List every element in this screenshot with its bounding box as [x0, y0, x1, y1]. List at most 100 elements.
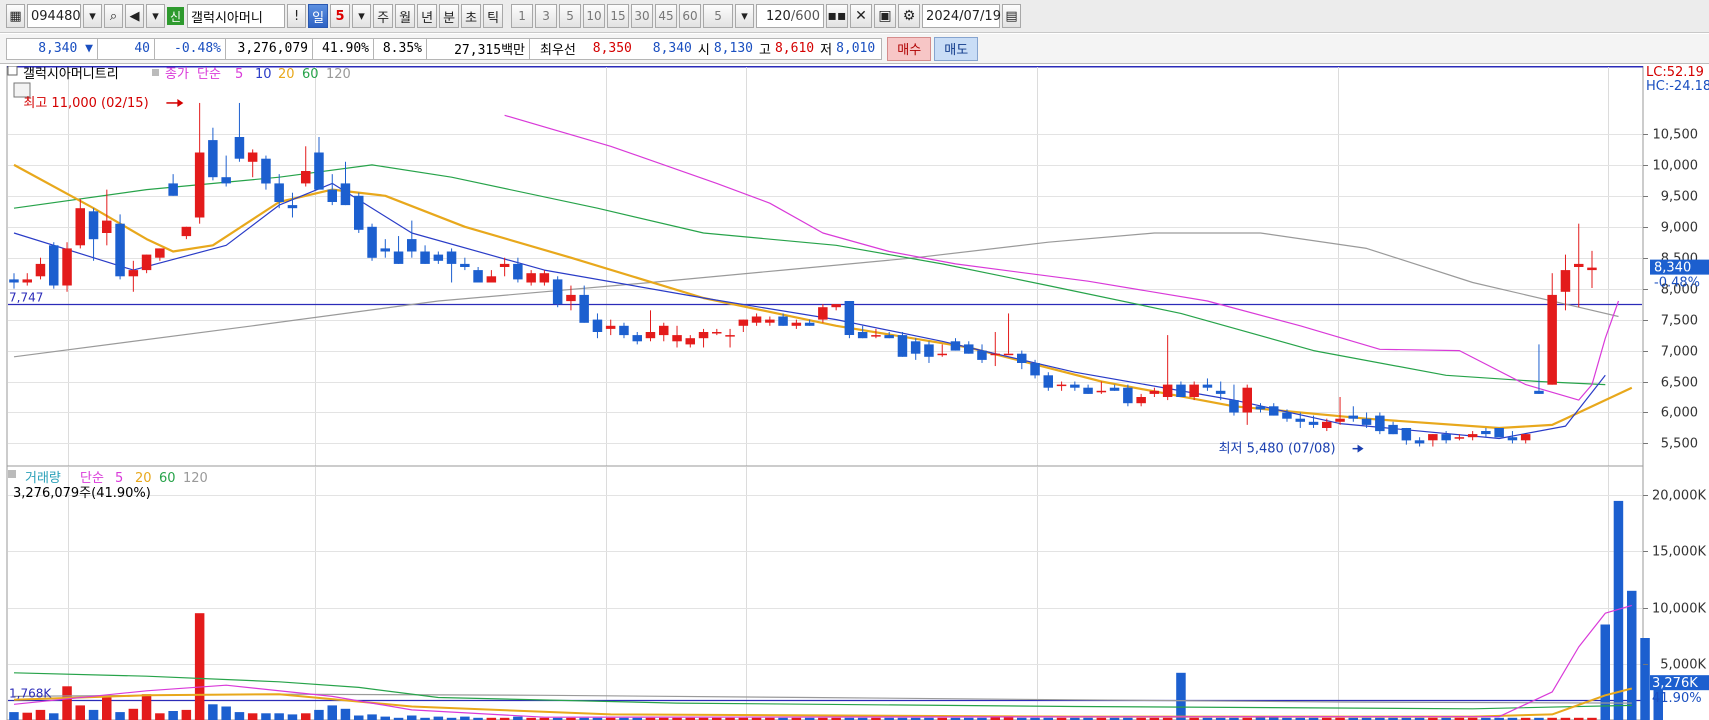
search-icon[interactable]: ⌕: [104, 4, 123, 28]
candle-body-18: [247, 152, 258, 162]
buy-button[interactable]: 매수: [887, 36, 932, 61]
candle-body-39: [526, 273, 536, 283]
candle-body-11: [155, 248, 165, 258]
candle-body-74: [990, 353, 1000, 356]
interval-45[interactable]: 45: [655, 4, 678, 28]
new-listing-badge: 신: [167, 7, 185, 25]
interval-15[interactable]: 15: [607, 4, 630, 28]
candle-body-67: [897, 335, 908, 357]
open-label: 시: [697, 43, 710, 58]
candle-body-81: [1083, 387, 1093, 394]
candle-body-9: [128, 270, 139, 277]
candle-body-2: [35, 263, 46, 277]
candle-body-76: [1017, 353, 1027, 363]
candle-body-0: [9, 279, 19, 283]
price-tick-label-9: 6,000: [1661, 406, 1698, 421]
best-quote-label: 최우선: [540, 43, 576, 58]
view-total: /600: [790, 8, 821, 24]
candle-body-71: [950, 341, 961, 351]
candle-body-22: [301, 171, 311, 184]
tab-week[interactable]: 주: [373, 4, 394, 28]
layout-icon[interactable]: ▦: [6, 4, 25, 28]
interval-30[interactable]: 30: [631, 4, 654, 28]
candle-body-66: [884, 335, 894, 339]
candle-body-40: [539, 273, 550, 283]
candle-body-88: [1176, 384, 1186, 397]
volume-bar-32: [433, 716, 444, 720]
candle-body-4: [62, 248, 72, 286]
trade-volume: 3,276,079: [225, 37, 313, 60]
volume-bar-14: [194, 613, 205, 720]
volume-bar-21: [287, 714, 298, 720]
volume-bar-8: [115, 712, 125, 720]
tab-day[interactable]: 일: [308, 4, 329, 28]
tab-minute[interactable]: 분: [439, 4, 460, 28]
date-input[interactable]: 2024/07/19: [922, 4, 1001, 28]
price-tick-label-6: 7,500: [1661, 314, 1698, 329]
indicator-icon[interactable]: ✕: [850, 4, 873, 28]
interval-value[interactable]: 5: [703, 4, 734, 28]
volume-legend-ma-type: 단순: [80, 471, 104, 486]
candle-body-83: [1109, 387, 1120, 391]
interval-3[interactable]: 3: [535, 4, 558, 28]
save-icon[interactable]: ▣: [874, 4, 897, 28]
candle-body-36: [486, 276, 497, 283]
legend-ma-type: 단순: [197, 67, 221, 82]
stock-chart[interactable]: 10,50010,0009,5009,0008,5008,0007,5007,0…: [0, 66, 1709, 720]
interval-10[interactable]: 10: [583, 4, 606, 28]
low-annotation: 최저 5,480 (07/08): [1219, 442, 1336, 457]
candle-body-12: [168, 183, 178, 196]
candle-body-80: [1070, 384, 1080, 388]
speaker-icon[interactable]: ◀: [125, 4, 144, 28]
sell-button[interactable]: 매도: [934, 36, 979, 61]
volume-tick-label-2: 10,000K: [1652, 602, 1706, 617]
candle-body-116: [1547, 294, 1557, 385]
volume-bar-34: [460, 716, 470, 720]
tab-year[interactable]: 년: [417, 4, 438, 28]
gear-icon[interactable]: ⚙: [898, 4, 921, 28]
candle-body-90: [1202, 384, 1213, 388]
candle-body-21: [287, 205, 298, 209]
table-toggle-icon[interactable]: [13, 82, 31, 98]
tab-second[interactable]: 초: [461, 4, 482, 28]
tab-tick[interactable]: 틱: [483, 4, 504, 28]
candle-body-35: [473, 270, 483, 283]
interval-60[interactable]: 60: [679, 4, 702, 28]
candle-body-25: [340, 183, 351, 206]
legend-close-label: 종가: [165, 67, 189, 82]
interval-5[interactable]: 5: [559, 4, 582, 28]
interval-dropdown-icon[interactable]: ▾: [735, 4, 755, 28]
code-dropdown-icon[interactable]: ▾: [83, 4, 102, 28]
price-tick-label-7: 7,000: [1661, 345, 1698, 360]
candle-body-77: [1030, 363, 1040, 376]
volume-bar-9: [128, 708, 139, 720]
candle-body-60: [804, 322, 815, 326]
candle-body-50: [672, 335, 682, 342]
chart-settings-icon[interactable]: ▪▪: [826, 4, 849, 28]
stock-code-input[interactable]: 094480: [27, 4, 81, 28]
volume-bar-26: [354, 715, 364, 720]
volume-ratio: 41.90%: [312, 37, 374, 60]
legend-ma10: 10: [255, 67, 272, 82]
candle-body-49: [659, 325, 669, 336]
high-price: 8,610: [774, 41, 815, 56]
view-count: 120: [766, 8, 791, 24]
candle-body-33: [446, 251, 457, 264]
candle-body-58: [778, 316, 788, 326]
interval-1[interactable]: 1: [511, 4, 534, 28]
candle-body-5: [75, 208, 85, 246]
volume-pane: [6, 465, 1644, 720]
best-quote-box: 최우선 8,350 8,340 시 8,130 고 8,610 저 8,010: [529, 37, 883, 60]
speaker-dropdown-icon[interactable]: ▾: [146, 4, 165, 28]
view-count-input[interactable]: 120/600: [756, 4, 825, 28]
stock-name-field[interactable]: 갤럭시아머니: [187, 4, 286, 28]
period-dropdown-icon[interactable]: ▾: [352, 4, 372, 28]
tab-month[interactable]: 월: [395, 4, 416, 28]
candle-body-115: [1534, 390, 1544, 394]
candle-body-52: [698, 332, 709, 339]
alert-button[interactable]: !: [287, 4, 307, 28]
volume-bar-5: [75, 705, 85, 720]
calendar-icon[interactable]: ▤: [1002, 4, 1022, 28]
period-count[interactable]: 5: [330, 4, 351, 28]
reference-line-label: 7,747: [9, 291, 43, 305]
